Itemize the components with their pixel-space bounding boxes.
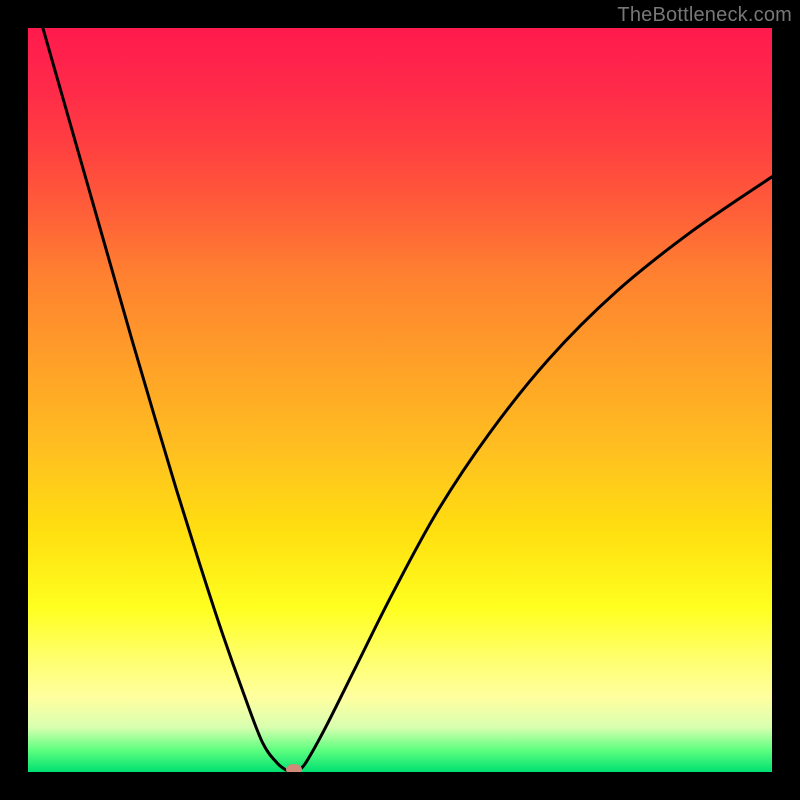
- curve-svg: [28, 28, 772, 772]
- plot-area: [28, 28, 772, 772]
- chart-frame: TheBottleneck.com: [0, 0, 800, 800]
- watermark-text: TheBottleneck.com: [617, 4, 792, 27]
- optimum-marker-icon: [286, 764, 302, 772]
- bottleneck-curve: [43, 28, 772, 772]
